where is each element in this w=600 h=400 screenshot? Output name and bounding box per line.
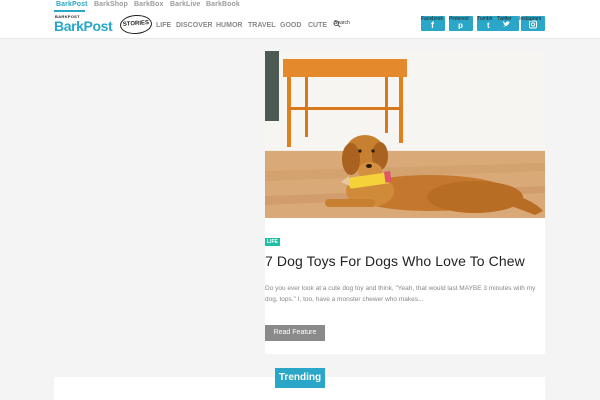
social-label-instagram: Instagram xyxy=(519,16,542,22)
network-link-barkpost[interactable]: BarkPost xyxy=(56,1,88,8)
svg-text:t: t xyxy=(487,21,490,29)
social-label-pinterest: Pinterest xyxy=(449,16,469,22)
social-label-tumblr: Tumblr xyxy=(477,16,493,22)
feature-card: LIFE 7 Dog Toys For Dogs Who Love To Che… xyxy=(265,51,545,354)
stories-badge[interactable]: STORIES xyxy=(119,13,153,36)
site-header: BARKPOST BarkPost STORIES LIFE DISCOVER … xyxy=(0,12,600,39)
site-logo[interactable]: BarkPost xyxy=(54,18,113,34)
svg-text:p: p xyxy=(458,21,463,29)
nav-item-travel[interactable]: TRAVEL xyxy=(248,22,275,29)
feature-image[interactable] xyxy=(265,51,545,218)
nav-item-good[interactable]: GOOD xyxy=(280,22,301,29)
network-bar: BarkPost BarkShop BarkBox BarkLive BarkB… xyxy=(0,0,600,12)
network-link-barkshop[interactable]: BarkShop xyxy=(94,1,128,8)
nav-item-discover[interactable]: DISCOVER xyxy=(176,22,213,29)
search-label[interactable]: Search xyxy=(334,20,350,26)
social-label-facebook: Facebook xyxy=(421,16,443,22)
dog-with-chew-toy-image xyxy=(265,51,545,218)
trending-label: Trending xyxy=(275,368,325,388)
nav-item-life[interactable]: LIFE xyxy=(156,22,171,29)
feature-excerpt: Do you ever look at a cute dog toy and t… xyxy=(265,285,536,303)
network-link-barkbox[interactable]: BarkBox xyxy=(134,1,164,8)
category-tag[interactable]: LIFE xyxy=(265,238,280,246)
network-link-barklive[interactable]: BarkLive xyxy=(170,1,200,8)
network-link-barkbook[interactable]: BarkBook xyxy=(206,1,240,8)
feature-title[interactable]: 7 Dog Toys For Dogs Who Love To Chew xyxy=(265,253,545,269)
nav-item-humor[interactable]: HUMOR xyxy=(216,22,242,29)
social-label-twitter: Twitter xyxy=(497,16,512,22)
read-feature-button[interactable]: Read Feature xyxy=(265,325,325,341)
nav-item-cute[interactable]: CUTE xyxy=(308,22,327,29)
